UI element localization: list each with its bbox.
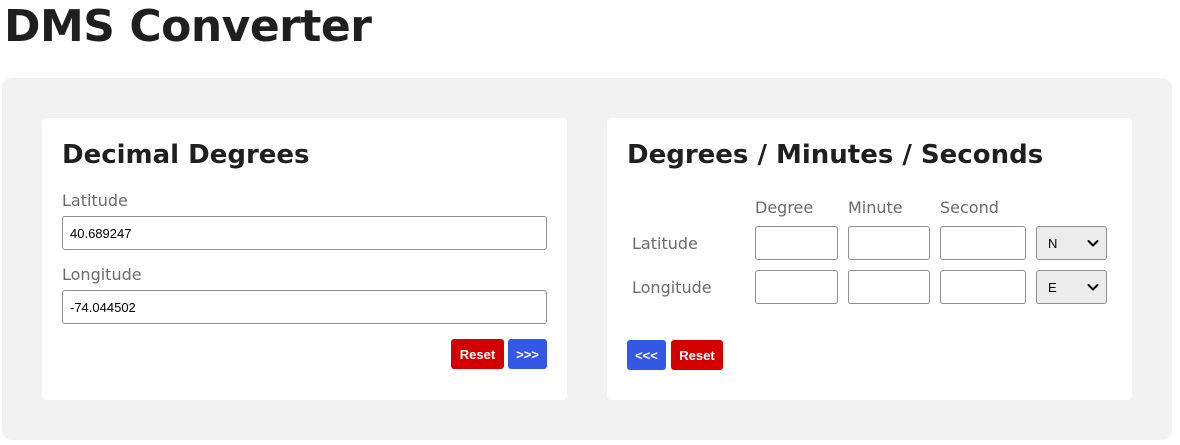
longitude-direction-select[interactable]: E — [1036, 270, 1107, 304]
dms-reset-button[interactable]: Reset — [671, 340, 723, 370]
chevron-down-icon — [1087, 284, 1099, 291]
latitude-second-input[interactable] — [940, 226, 1026, 260]
latitude-direction-value: N — [1048, 236, 1058, 251]
longitude-second-input[interactable] — [940, 270, 1026, 304]
second-column-header: Second — [940, 198, 999, 217]
decimal-latitude-label: Latitude — [62, 191, 128, 210]
latitude-direction-select[interactable]: N — [1036, 226, 1107, 260]
latitude-minute-input[interactable] — [848, 226, 930, 260]
converter-panel: Decimal Degrees Latitude Longitude Reset… — [2, 78, 1172, 440]
decimal-degrees-card: Decimal Degrees Latitude Longitude Reset… — [42, 118, 567, 400]
decimal-reset-button[interactable]: Reset — [451, 339, 504, 369]
decimal-longitude-input[interactable] — [62, 290, 547, 324]
decimal-degrees-title: Decimal Degrees — [62, 140, 310, 170]
convert-to-dms-button[interactable]: >>> — [508, 339, 547, 369]
longitude-direction-value: E — [1048, 280, 1057, 295]
dms-title: Degrees / Minutes / Seconds — [627, 140, 1044, 170]
convert-to-decimal-button[interactable]: <<< — [627, 340, 666, 370]
latitude-degree-input[interactable] — [755, 226, 838, 260]
decimal-longitude-label: Longitude — [62, 265, 142, 284]
chevron-down-icon — [1087, 240, 1099, 247]
degree-column-header: Degree — [755, 198, 814, 217]
dms-card: Degrees / Minutes / Seconds Degree Minut… — [607, 118, 1132, 400]
dms-latitude-label: Latitude — [632, 234, 698, 253]
longitude-degree-input[interactable] — [755, 270, 838, 304]
page-title: DMS Converter — [4, 1, 372, 52]
minute-column-header: Minute — [848, 198, 903, 217]
dms-longitude-label: Longitude — [632, 278, 712, 297]
decimal-latitude-input[interactable] — [62, 216, 547, 250]
longitude-minute-input[interactable] — [848, 270, 930, 304]
